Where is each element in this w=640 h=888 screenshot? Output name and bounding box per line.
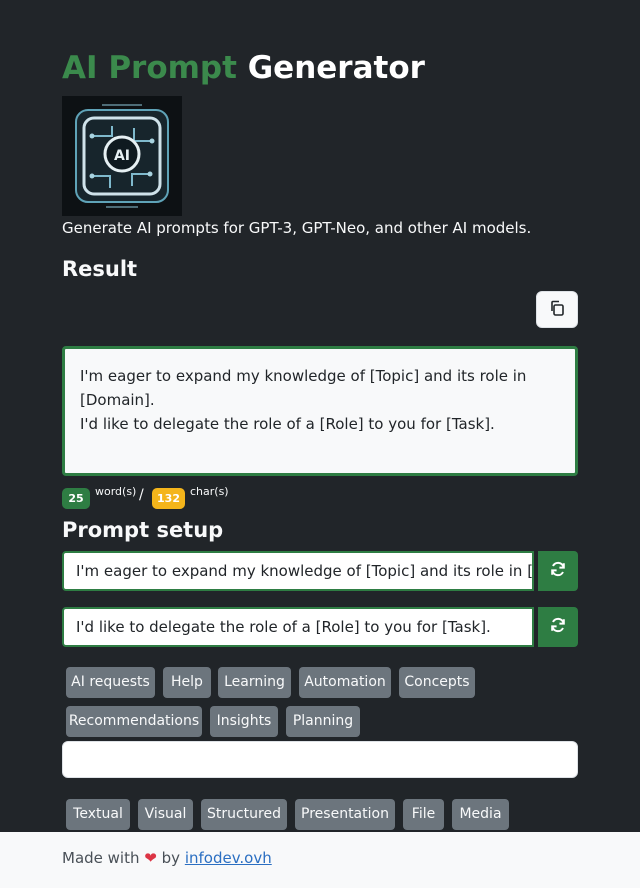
footer-by: by — [161, 849, 181, 867]
tag-textual[interactable]: Textual — [66, 799, 130, 830]
prompt-row: I'd like to delegate the role of a [Role… — [62, 607, 578, 647]
tag-concepts[interactable]: Concepts — [399, 667, 475, 698]
page-title: AI Prompt Generator — [62, 48, 425, 88]
tag-media[interactable]: Media — [452, 799, 509, 830]
logo-image: AI — [62, 96, 182, 216]
custom-input[interactable] — [62, 741, 578, 778]
refresh-button[interactable] — [538, 607, 578, 647]
svg-text:AI: AI — [114, 148, 130, 164]
category-tags: AI requests Help Learning Automation Con… — [66, 667, 578, 739]
title-rest: Generator — [247, 50, 425, 86]
tag-presentation[interactable]: Presentation — [295, 799, 395, 830]
result-line: I'm eager to expand my knowledge of [Top… — [80, 367, 527, 409]
heart-icon: ❤ — [144, 849, 157, 867]
result-heading: Result — [62, 257, 138, 281]
tag-visual[interactable]: Visual — [138, 799, 193, 830]
tag-structured[interactable]: Structured — [201, 799, 287, 830]
prompt-setup-heading: Prompt setup — [62, 518, 224, 542]
footer: Made with ❤ by infodev.ovh — [0, 832, 640, 888]
char-count-badge: 132 — [152, 488, 185, 509]
footer-link[interactable]: infodev.ovh — [185, 849, 272, 867]
footer-made-with: Made with — [62, 849, 140, 867]
tag-help[interactable]: Help — [163, 667, 211, 698]
char-unit-label: char(s) — [190, 485, 229, 498]
tag-planning[interactable]: Planning — [286, 706, 360, 737]
tag-file[interactable]: File — [403, 799, 444, 830]
copy-icon — [549, 300, 565, 320]
count-separator: / — [139, 487, 144, 503]
word-unit-label: word(s) — [95, 485, 137, 498]
tag-automation[interactable]: Automation — [299, 667, 391, 698]
prompt-row: I'm eager to expand my knowledge of [Top… — [62, 551, 578, 591]
refresh-icon — [550, 617, 566, 637]
result-line: I'd like to delegate the role of a [Role… — [80, 415, 495, 433]
prompt-input[interactable]: I'm eager to expand my knowledge of [Top… — [62, 551, 534, 591]
result-output[interactable]: I'm eager to expand my knowledge of [Top… — [62, 346, 578, 476]
tag-recommendations[interactable]: Recommendations — [66, 706, 202, 737]
tag-insights[interactable]: Insights — [210, 706, 278, 737]
title-accent: AI Prompt — [62, 50, 237, 86]
word-count-badge: 25 — [62, 488, 90, 509]
footer-text: Made with ❤ by infodev.ovh — [62, 849, 272, 867]
tag-ai-requests[interactable]: AI requests — [66, 667, 155, 698]
prompt-input[interactable]: I'd like to delegate the role of a [Role… — [62, 607, 534, 647]
copy-button[interactable] — [536, 291, 578, 328]
refresh-icon — [550, 561, 566, 581]
format-tags: Textual Visual Structured Presentation F… — [66, 799, 578, 830]
tag-learning[interactable]: Learning — [218, 667, 291, 698]
tagline: Generate AI prompts for GPT-3, GPT-Neo, … — [62, 219, 532, 237]
refresh-button[interactable] — [538, 551, 578, 591]
